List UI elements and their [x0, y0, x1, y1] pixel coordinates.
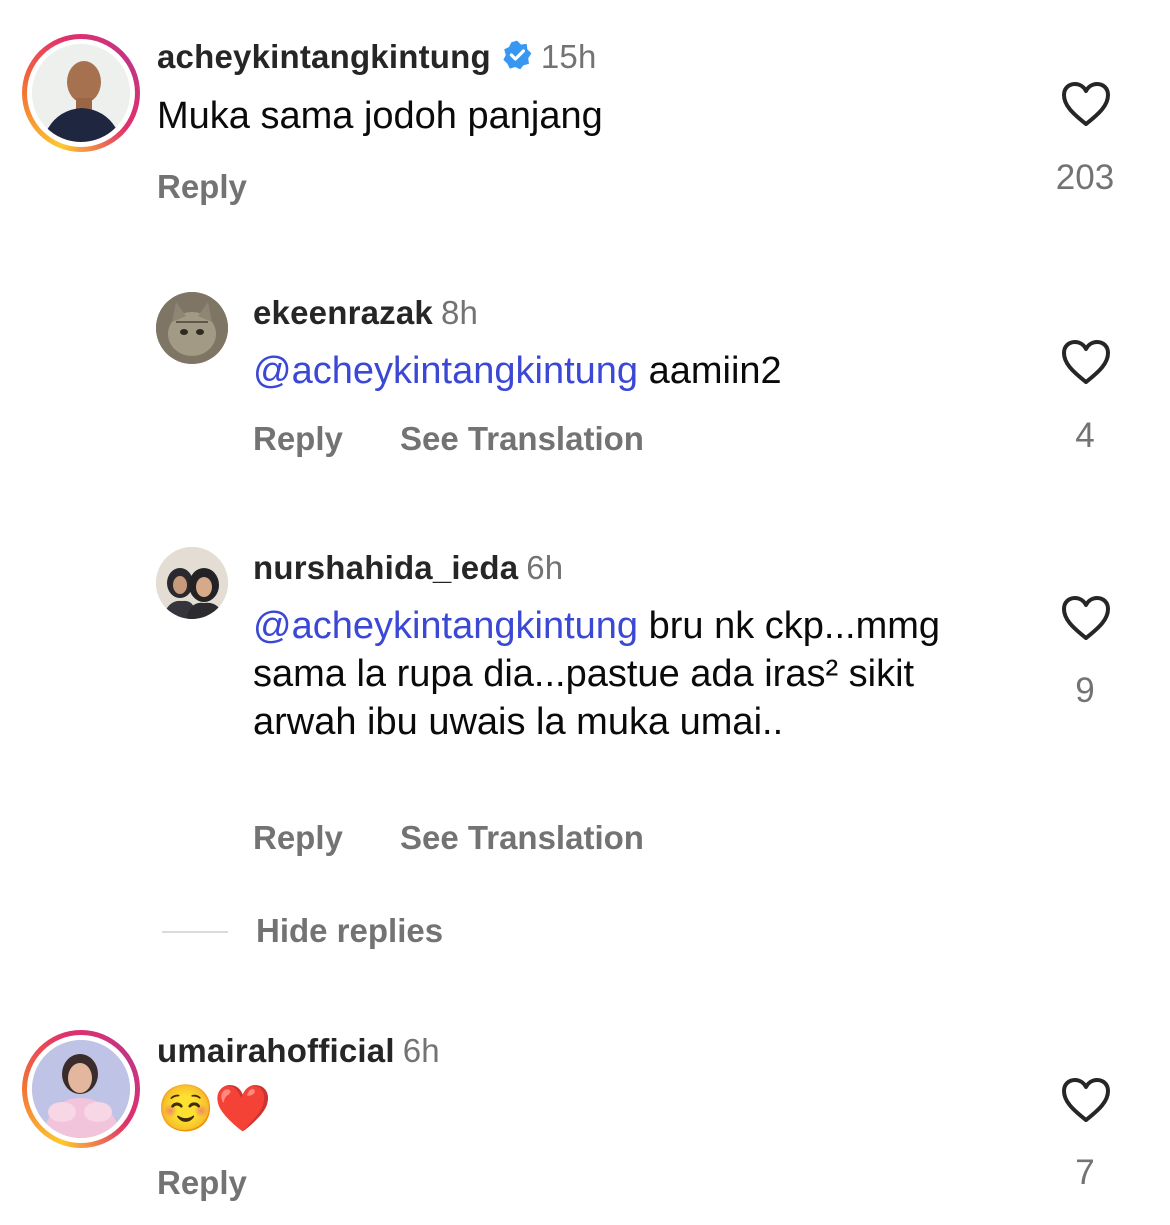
profile-photo-man-icon — [32, 44, 130, 142]
like-heart-icon[interactable] — [1060, 80, 1112, 128]
comment-time: 6h — [402, 1032, 440, 1069]
like-heart-icon[interactable] — [1060, 1076, 1112, 1124]
avatar-story-ring[interactable] — [22, 1030, 140, 1148]
like-count: 7 — [1075, 1153, 1095, 1192]
reply-time: 6h — [526, 549, 564, 586]
like-heart-icon[interactable] — [1060, 338, 1112, 386]
avatar — [32, 1040, 130, 1138]
replies-divider — [162, 931, 228, 933]
like-count: 9 — [1075, 671, 1095, 710]
avatar[interactable] — [156, 547, 228, 619]
mention-link[interactable]: @acheykintangkintung — [253, 605, 638, 647]
reply-username[interactable]: nurshahida_ieda 6h — [253, 549, 563, 587]
comment-text: ☺️❤️ — [157, 1081, 272, 1135]
see-translation-button[interactable]: See Translation — [400, 819, 644, 857]
reply-username[interactable]: ekeenrazak 8h — [253, 294, 478, 332]
reply-button[interactable]: Reply — [253, 819, 343, 857]
reply-button[interactable]: Reply — [157, 168, 247, 206]
mention-link[interactable]: @acheykintangkintung — [253, 350, 638, 392]
reply-text: @acheykintangkintung aamiin2 — [253, 347, 1013, 395]
comment-time: 15h — [540, 38, 597, 75]
see-translation-button[interactable]: See Translation — [400, 420, 644, 458]
hide-replies-button[interactable]: Hide replies — [256, 912, 443, 950]
avatar — [32, 44, 130, 142]
reply-text: @acheykintangkintung bru nk ckp...mmg sa… — [253, 602, 1023, 746]
verified-badge-icon — [501, 39, 533, 79]
like-heart-icon[interactable] — [1060, 594, 1112, 642]
avatar-story-ring[interactable] — [22, 34, 140, 152]
like-count: 4 — [1075, 416, 1095, 455]
profile-photo-cat-icon — [156, 292, 228, 364]
comment-username[interactable]: acheykintangkintung 15h — [157, 38, 597, 79]
profile-photo-women-icon — [156, 547, 228, 619]
avatar[interactable] — [156, 292, 228, 364]
comment-text: Muka sama jodoh panjang — [157, 95, 603, 137]
reply-button[interactable]: Reply — [253, 420, 343, 458]
reply-time: 8h — [440, 294, 479, 331]
like-count: 203 — [1055, 158, 1115, 197]
reply-body: aamiin2 — [638, 350, 782, 392]
reply-button[interactable]: Reply — [157, 1164, 247, 1202]
profile-photo-woman-icon — [32, 1040, 130, 1138]
comment-username[interactable]: umairahofficial 6h — [157, 1032, 440, 1070]
